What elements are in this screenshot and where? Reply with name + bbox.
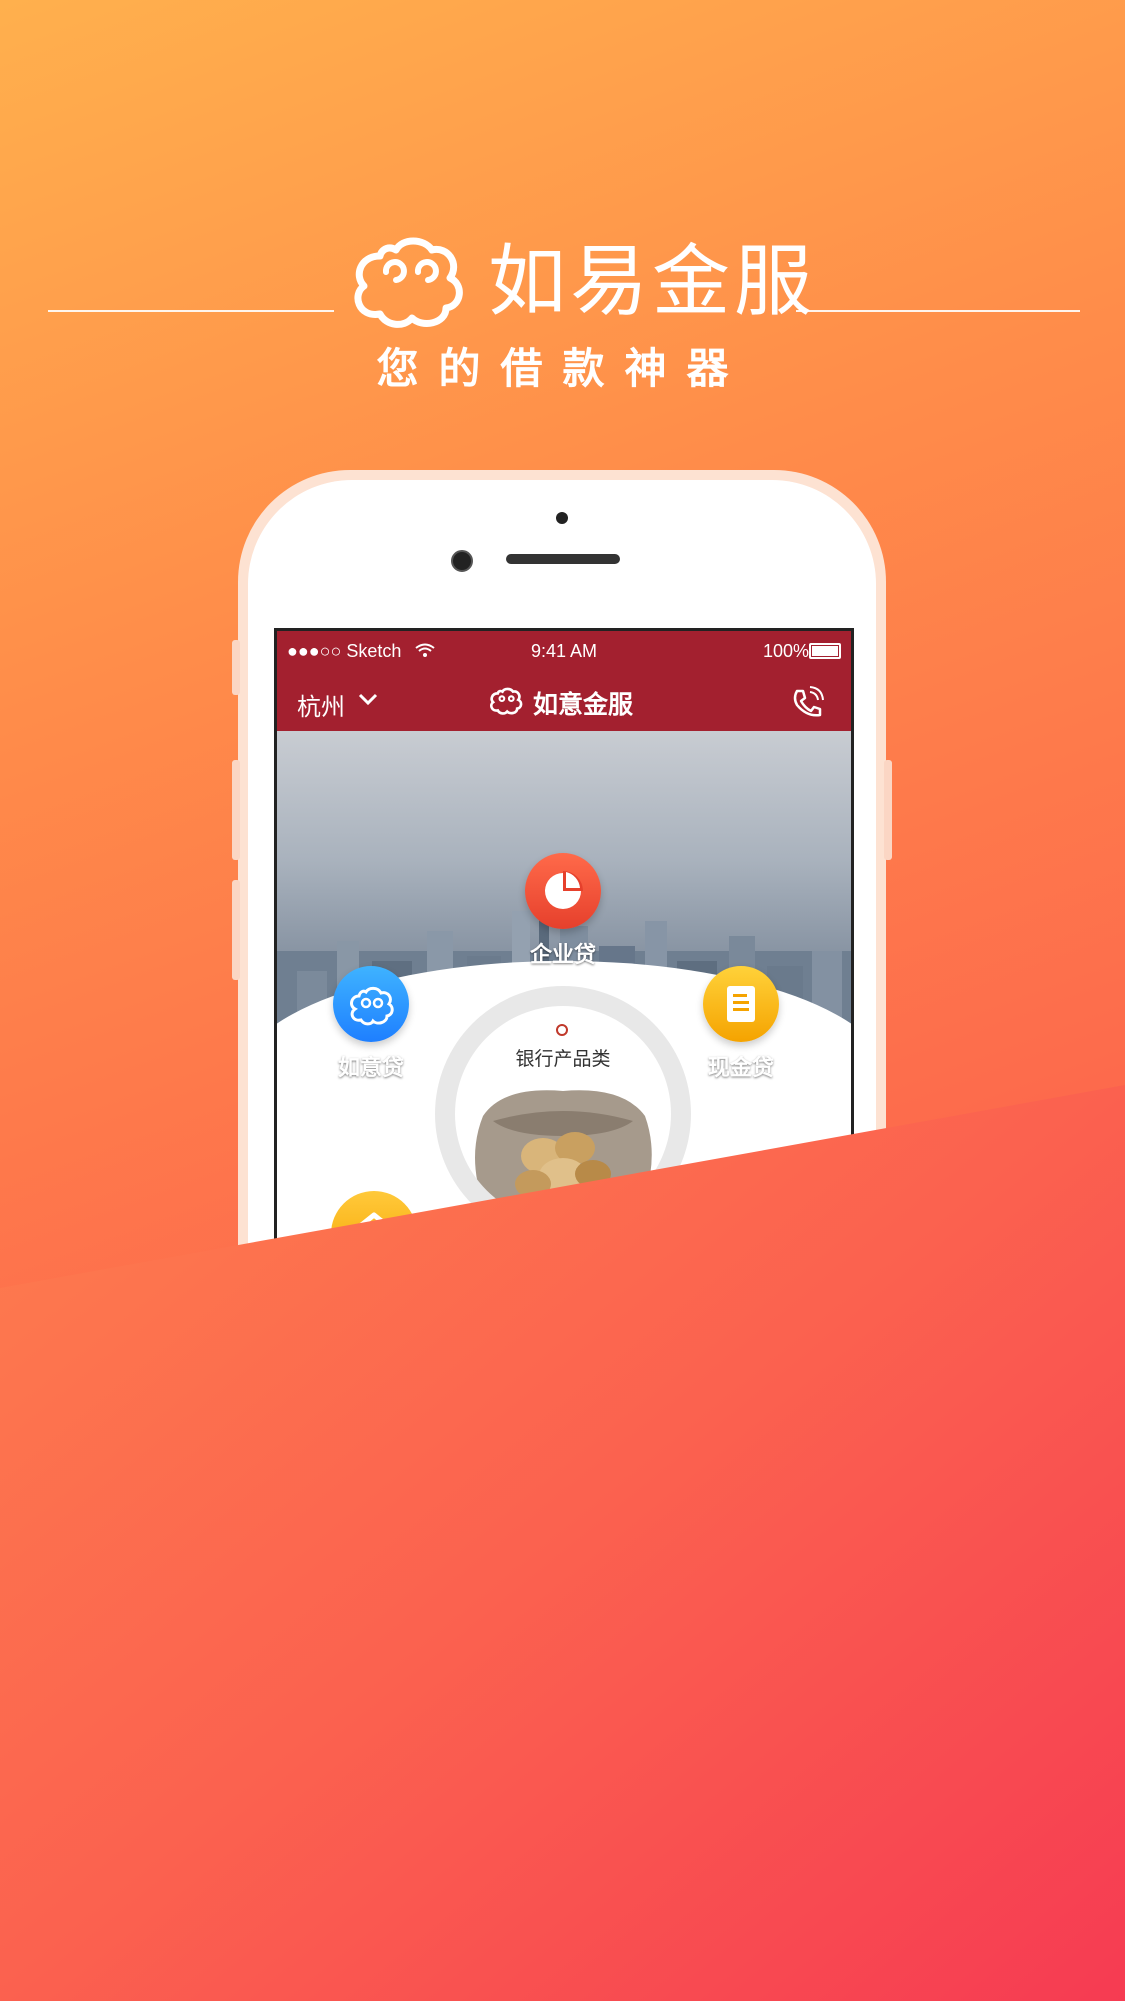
- diagonal-overlay: [0, 1085, 1125, 2001]
